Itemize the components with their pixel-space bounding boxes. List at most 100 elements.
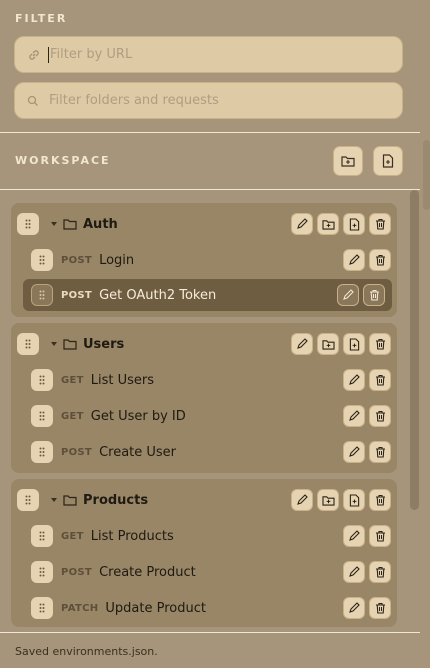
edit-request-button[interactable] (343, 561, 365, 583)
drag-handle-icon[interactable] (17, 333, 39, 355)
request-label: Update Product (105, 600, 206, 616)
request-label: List Products (90, 528, 174, 544)
folder-plus-icon (321, 495, 335, 506)
new-folder-button[interactable] (333, 146, 363, 176)
folder-plus-icon (321, 339, 335, 350)
request-row[interactable]: POST Login (31, 242, 391, 278)
trash-icon (375, 602, 385, 614)
folder-header[interactable]: Auth (11, 206, 397, 242)
drag-handle-icon[interactable] (17, 213, 39, 235)
drag-handle-icon[interactable] (17, 489, 39, 511)
drag-handle-icon[interactable] (31, 441, 53, 463)
filter-folders-placeholder: Filter folders and requests (49, 93, 219, 108)
chevron-down-icon[interactable] (51, 222, 57, 226)
filter-url-input[interactable]: Filter by URL (14, 36, 403, 73)
folder-actions (291, 333, 391, 355)
pencil-icon (349, 602, 360, 613)
trash-icon (375, 218, 385, 230)
add-request-button[interactable] (343, 213, 365, 235)
request-row[interactable]: PATCH Update Product (31, 590, 391, 626)
request-row[interactable]: POST Create User (31, 434, 391, 470)
request-method: GET (61, 530, 84, 542)
delete-folder-button[interactable] (369, 213, 391, 235)
pencil-icon (349, 410, 360, 421)
pencil-icon (297, 338, 308, 349)
pencil-icon (349, 566, 360, 577)
request-label: Create Product (99, 564, 196, 580)
search-icon (27, 95, 38, 106)
edit-request-button[interactable] (343, 441, 365, 463)
edit-request-button[interactable] (343, 369, 365, 391)
add-subfolder-button[interactable] (317, 213, 339, 235)
folder-header[interactable]: Products (11, 482, 397, 518)
trash-icon (369, 289, 379, 301)
file-plus-icon (382, 154, 394, 168)
pencil-icon (297, 218, 308, 229)
text-caret (48, 46, 49, 63)
folder-actions (291, 489, 391, 511)
edit-request-button[interactable] (343, 249, 365, 271)
request-label: Create User (99, 444, 177, 460)
edit-request-button[interactable] (343, 525, 365, 547)
delete-request-button[interactable] (369, 249, 391, 271)
outer-scrollbar[interactable] (423, 140, 430, 210)
add-request-button[interactable] (343, 489, 365, 511)
drag-handle-icon[interactable] (31, 405, 53, 427)
request-row[interactable]: GET Get User by ID (31, 398, 391, 434)
delete-request-button[interactable] (369, 405, 391, 427)
delete-request-button[interactable] (369, 561, 391, 583)
rename-folder-button[interactable] (291, 333, 313, 355)
trash-icon (375, 494, 385, 506)
edit-request-button[interactable] (343, 405, 365, 427)
folder-users: Users GET List Users GET Get User by ID … (11, 323, 397, 473)
file-plus-icon (349, 217, 359, 231)
drag-handle-icon[interactable] (31, 284, 53, 306)
delete-request-button[interactable] (369, 525, 391, 547)
request-label: Login (99, 252, 135, 268)
edit-request-button[interactable] (337, 284, 359, 306)
trash-icon (375, 410, 385, 422)
new-request-button[interactable] (373, 146, 403, 176)
drag-handle-icon[interactable] (31, 525, 53, 547)
drag-handle-icon[interactable] (31, 249, 53, 271)
file-plus-icon (349, 493, 359, 507)
chevron-down-icon[interactable] (51, 342, 57, 346)
add-subfolder-button[interactable] (317, 333, 339, 355)
add-subfolder-button[interactable] (317, 489, 339, 511)
pencil-icon (349, 530, 360, 541)
request-row-selected[interactable]: POST Get OAuth2 Token (23, 279, 392, 311)
delete-request-button[interactable] (363, 284, 385, 306)
trash-icon (375, 446, 385, 458)
chevron-down-icon[interactable] (51, 498, 57, 502)
request-label: List Users (90, 372, 155, 388)
footer-divider (0, 632, 420, 633)
rename-folder-button[interactable] (291, 489, 313, 511)
tree-scrollbar[interactable] (410, 190, 419, 510)
trash-icon (375, 566, 385, 578)
delete-request-button[interactable] (369, 597, 391, 619)
request-row[interactable]: POST Create Product (31, 554, 391, 590)
request-row[interactable]: GET List Users (31, 362, 391, 398)
folder-header[interactable]: Users (11, 326, 397, 362)
pencil-icon (349, 254, 360, 265)
delete-folder-button[interactable] (369, 489, 391, 511)
folder-icon (63, 338, 77, 350)
request-label: Get OAuth2 Token (99, 287, 217, 303)
filter-folders-input[interactable]: Filter folders and requests (14, 82, 403, 119)
drag-handle-icon[interactable] (31, 561, 53, 583)
delete-folder-button[interactable] (369, 333, 391, 355)
request-row[interactable]: GET List Products (31, 518, 391, 554)
drag-handle-icon[interactable] (31, 597, 53, 619)
delete-request-button[interactable] (369, 441, 391, 463)
folder-auth: Auth POST Login POST Get OAuth2 Token (11, 203, 397, 317)
rename-folder-button[interactable] (291, 213, 313, 235)
drag-handle-icon[interactable] (31, 369, 53, 391)
trash-icon (375, 530, 385, 542)
filter-divider (0, 132, 420, 133)
request-method: POST (61, 566, 93, 578)
add-request-button[interactable] (343, 333, 365, 355)
pencil-icon (297, 494, 308, 505)
delete-request-button[interactable] (369, 369, 391, 391)
filter-url-placeholder: Filter by URL (50, 47, 133, 62)
edit-request-button[interactable] (343, 597, 365, 619)
